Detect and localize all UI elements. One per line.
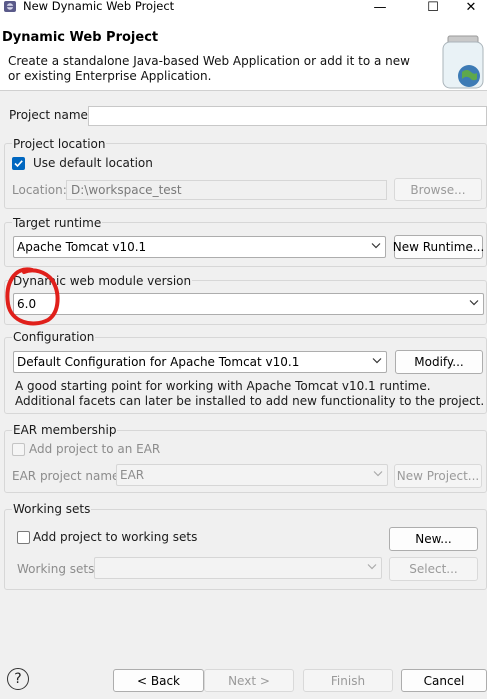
use-default-location-checkbox[interactable] [12, 157, 25, 170]
checkmark-icon [14, 160, 23, 168]
red-circle-annotation [5, 267, 60, 326]
location-input[interactable]: D:\workspace_test [66, 180, 387, 200]
chevron-down-icon [367, 564, 377, 570]
page-description: Create a standalone Java-based Web Appli… [8, 54, 410, 83]
target-runtime-group-label: Target runtime [12, 216, 103, 230]
ear-project-value: EAR [120, 468, 145, 482]
module-version-select[interactable]: 6.0 [13, 293, 484, 315]
working-sets-label: Working sets: [17, 562, 99, 576]
window-title: New Dynamic Web Project [23, 0, 175, 13]
page-title: Dynamic Web Project [2, 30, 159, 45]
window-title-bar[interactable]: New Dynamic Web Project — ☐ ✕ [0, 0, 487, 15]
add-to-ear-label: Add project to an EAR [29, 442, 161, 456]
project-name-input[interactable] [88, 106, 487, 126]
chevron-down-icon [373, 471, 383, 477]
chevron-down-icon [371, 243, 381, 249]
add-to-working-sets-label[interactable]: Add project to working sets [33, 530, 197, 544]
back-button[interactable]: < Back [113, 669, 204, 692]
new-runtime-button[interactable]: New Runtime... [393, 235, 484, 259]
working-sets-group-label: Working sets [12, 502, 92, 516]
next-button[interactable]: Next > [204, 669, 294, 692]
modify-button[interactable]: Modify... [395, 350, 483, 374]
maximize-button[interactable]: ☐ [413, 0, 453, 15]
close-button[interactable]: ✕ [455, 0, 487, 15]
add-to-working-sets-checkbox[interactable] [17, 531, 30, 544]
configuration-group-label: Configuration [12, 330, 96, 344]
working-sets-select[interactable] [94, 557, 382, 579]
ear-membership-group-label: EAR membership [12, 423, 118, 437]
cancel-button[interactable]: Cancel [401, 669, 487, 692]
wizard-header: Dynamic Web Project Create a standalone … [0, 15, 487, 91]
help-icon[interactable]: ? [7, 668, 29, 690]
browse-button[interactable]: Browse... [394, 178, 482, 201]
new-ear-project-button[interactable]: New Project... [394, 464, 482, 488]
select-working-sets-button[interactable]: Select... [389, 557, 478, 581]
target-runtime-value: Apache Tomcat v10.1 [17, 240, 147, 254]
eclipse-app-icon [3, 0, 17, 13]
web-project-wizard-icon [440, 30, 487, 90]
new-working-set-button[interactable]: New... [389, 527, 478, 551]
finish-button[interactable]: Finish [303, 669, 393, 692]
ear-project-select[interactable]: EAR [116, 464, 388, 486]
chevron-down-icon [469, 300, 479, 306]
use-default-location-label[interactable]: Use default location [33, 156, 153, 170]
chevron-down-icon [372, 358, 382, 364]
location-value: D:\workspace_test [71, 183, 182, 197]
target-runtime-select[interactable]: Apache Tomcat v10.1 [13, 236, 386, 258]
configuration-value: Default Configuration for Apache Tomcat … [17, 355, 300, 369]
location-label: Location: [12, 183, 67, 197]
ear-project-name-label: EAR project name: [12, 469, 124, 483]
project-name-label: Project name: [9, 108, 92, 122]
add-to-ear-checkbox[interactable] [12, 443, 25, 456]
configuration-select[interactable]: Default Configuration for Apache Tomcat … [13, 351, 387, 373]
project-location-group-label: Project location [12, 137, 107, 151]
minimize-button[interactable]: — [360, 0, 400, 15]
configuration-description: A good starting point for working with A… [15, 379, 485, 408]
